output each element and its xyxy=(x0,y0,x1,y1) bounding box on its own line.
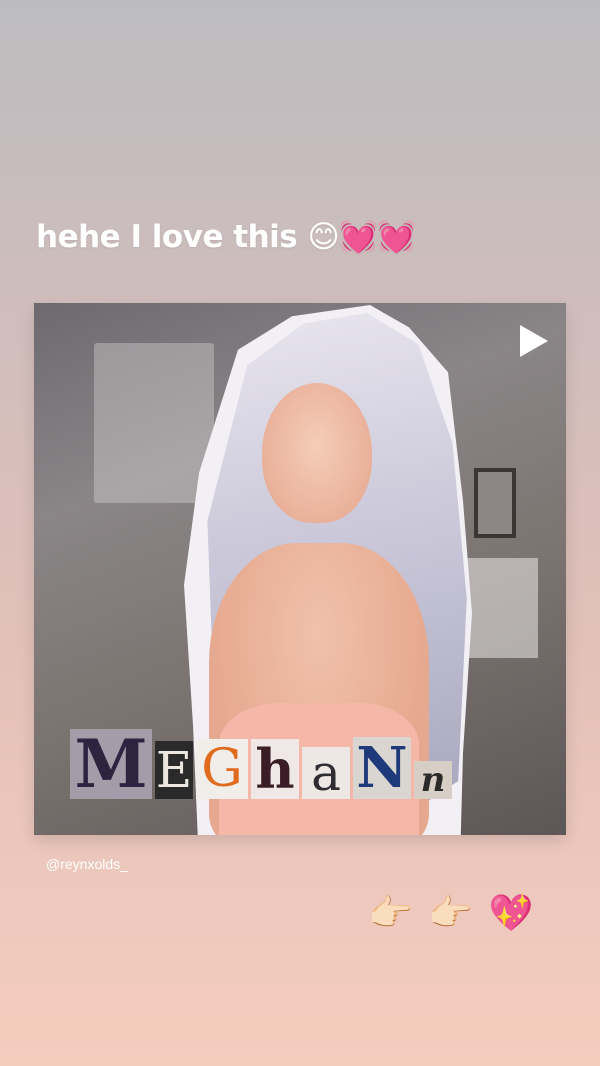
name-letter: M xyxy=(70,729,152,799)
pointing-hand-icon: 👉🏻 xyxy=(428,893,474,934)
story-caption: hehe I love this 😊💓💓 xyxy=(36,219,416,255)
emoji-sticker: 👉🏻 👉🏻 💖 xyxy=(368,892,533,934)
name-sticker: M E G h a N n xyxy=(70,723,455,799)
mention-handle[interactable]: @reynxolds_ xyxy=(46,856,128,872)
name-letter: h xyxy=(251,739,299,799)
shared-post[interactable]: M E G h a N n xyxy=(34,303,566,835)
pointing-hand-icon: 👉🏻 xyxy=(368,893,413,934)
name-letter: G xyxy=(196,739,248,799)
name-letter: a xyxy=(302,747,350,799)
room-window xyxy=(94,343,214,503)
portrait-face xyxy=(262,383,372,523)
name-letter: n xyxy=(414,761,452,799)
wall-frame xyxy=(474,468,516,538)
play-icon[interactable] xyxy=(520,325,548,357)
sparkling-heart-icon: 💖 xyxy=(488,893,534,934)
name-letter: E xyxy=(155,741,193,799)
name-letter: N xyxy=(353,737,411,799)
